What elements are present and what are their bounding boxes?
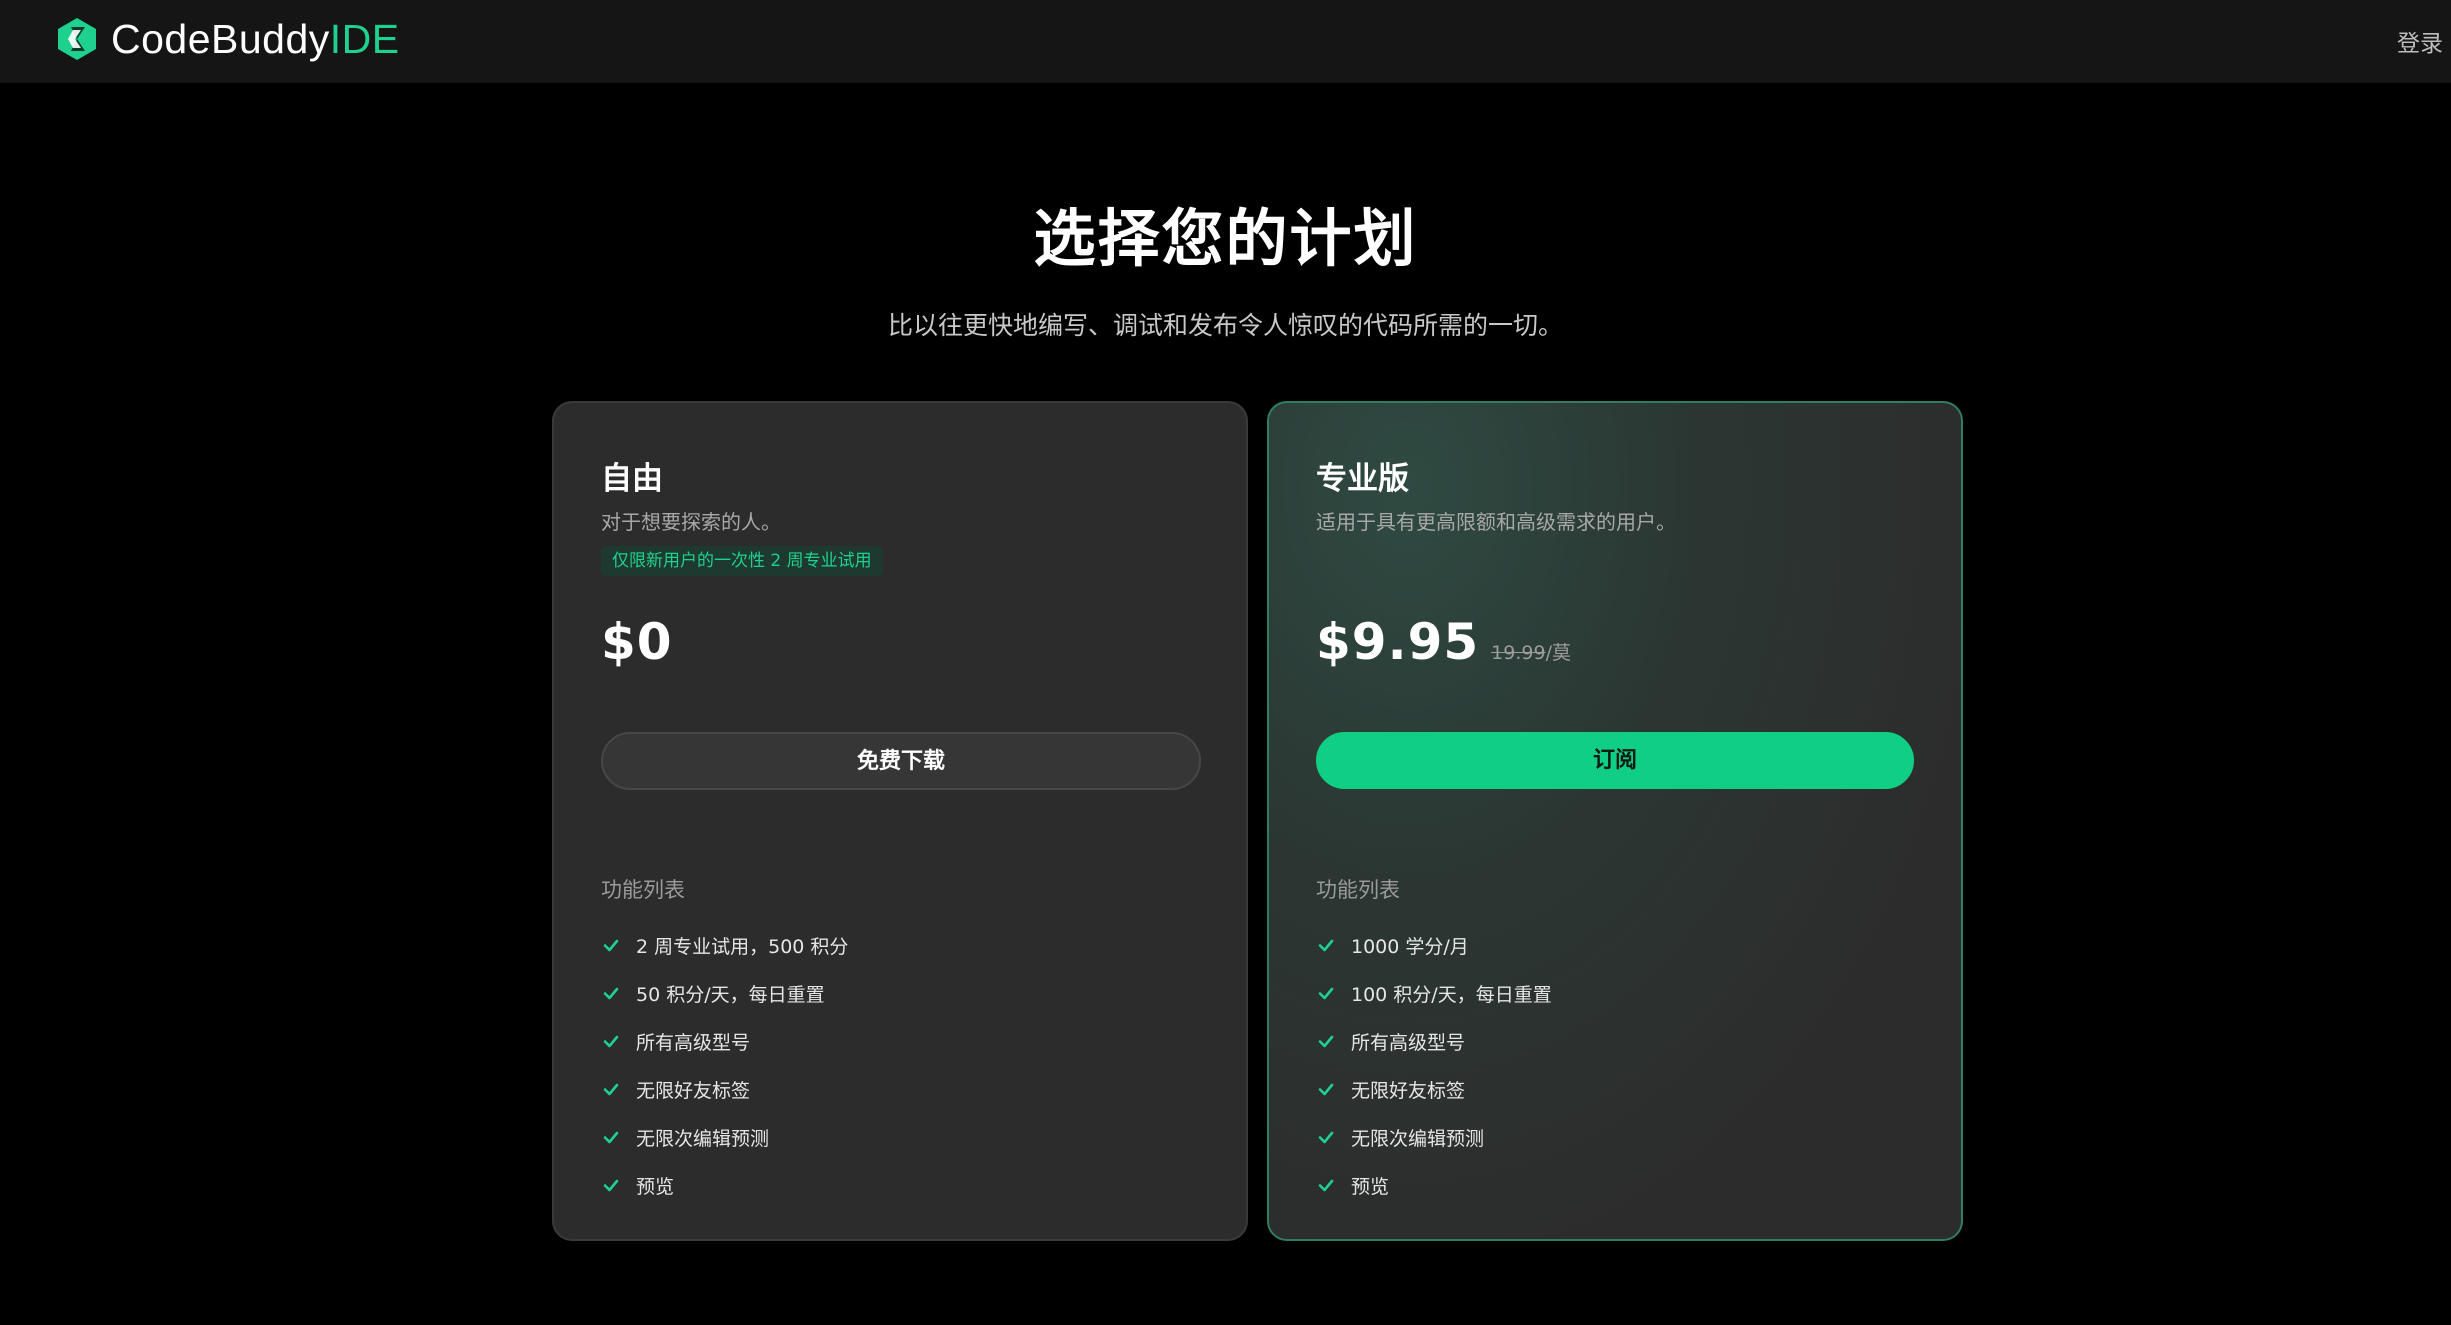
list-item: 所有高级型号 (601, 1017, 848, 1065)
check-icon (1318, 1131, 1334, 1144)
original-price: 19.99/莫 (1491, 638, 1571, 665)
check-icon (603, 1035, 619, 1048)
feature-text: 无限次编辑预测 (1351, 1127, 1485, 1150)
price-row: $0 (601, 613, 673, 671)
list-item: 无限次编辑预测 (1316, 1113, 1552, 1161)
plan-name: 专业版 (1316, 461, 1409, 497)
feature-text: 所有高级型号 (1351, 1031, 1466, 1054)
features-title: 功能列表 (1316, 878, 1400, 902)
check-icon (603, 1179, 619, 1192)
check-icon (1318, 939, 1334, 952)
check-icon (1318, 1179, 1334, 1192)
check-icon (603, 1131, 619, 1144)
check-icon (603, 939, 619, 952)
list-item: 预览 (1316, 1161, 1552, 1209)
logo-wordmark: CodeBuddyIDE (111, 16, 400, 63)
feature-text: 无限好友标签 (636, 1079, 751, 1102)
page-subtitle: 比以往更快地编写、调试和发布令人惊叹的代码所需的一切。 (887, 311, 1563, 340)
login-link[interactable]: 登录 (2397, 24, 2443, 58)
list-item: 100 积分/天，每日重置 (1316, 969, 1552, 1017)
price-row: $9.95 19.99/莫 (1316, 613, 1571, 671)
plan-description: 对于想要探索的人。 (601, 510, 781, 534)
feature-text: 无限好友标签 (1351, 1079, 1466, 1102)
feature-text: 2 周专业试用，500 积分 (636, 935, 849, 958)
app-logo[interactable]: CodeBuddyIDE (55, 14, 400, 64)
price-period: /莫 (1545, 642, 1571, 664)
strikethrough-price: 19.99 (1491, 642, 1546, 664)
feature-text: 1000 学分/月 (1351, 935, 1469, 958)
check-icon (603, 987, 619, 1000)
plan-name: 自由 (601, 461, 663, 497)
feature-list: 2 周专业试用，500 积分 50 积分/天，每日重置 所有高级型号 无限好友标… (601, 921, 848, 1209)
features-title: 功能列表 (601, 878, 685, 902)
feature-text: 预览 (636, 1175, 675, 1198)
plan-price: $9.95 (1316, 613, 1480, 671)
subscribe-button[interactable]: 订阅 (1316, 732, 1914, 789)
codebuddy-logo-icon (58, 18, 96, 60)
logo-suffix: IDE (329, 15, 400, 62)
logo-text: CodeBuddy (111, 15, 330, 62)
feature-text: 100 积分/天，每日重置 (1351, 983, 1552, 1006)
list-item: 无限好友标签 (601, 1065, 848, 1113)
check-icon (1318, 987, 1334, 1000)
free-download-button[interactable]: 免费下载 (601, 732, 1201, 790)
page-title: 选择您的计划 (1033, 202, 1418, 275)
list-item: 无限次编辑预测 (601, 1113, 848, 1161)
plan-card-pro: 专业版 适用于具有更高限额和高级需求的用户。 $9.95 19.99/莫 订阅 … (1267, 401, 1963, 1241)
plan-card-free: 自由 对于想要探索的人。 仅限新用户的一次性 2 周专业试用 $0 免费下载 功… (552, 401, 1248, 1241)
top-navigation-bar: CodeBuddyIDE 登录 (0, 0, 2451, 83)
list-item: 所有高级型号 (1316, 1017, 1552, 1065)
check-icon (1318, 1083, 1334, 1096)
list-item: 50 积分/天，每日重置 (601, 969, 848, 1017)
list-item: 2 周专业试用，500 积分 (601, 921, 848, 969)
list-item: 1000 学分/月 (1316, 921, 1552, 969)
plan-description: 适用于具有更高限额和高级需求的用户。 (1316, 510, 1676, 534)
feature-text: 无限次编辑预测 (636, 1127, 770, 1150)
feature-text: 所有高级型号 (636, 1031, 751, 1054)
list-item: 预览 (601, 1161, 848, 1209)
feature-text: 50 积分/天，每日重置 (636, 983, 825, 1006)
check-icon (603, 1083, 619, 1096)
list-item: 无限好友标签 (1316, 1065, 1552, 1113)
feature-list: 1000 学分/月 100 积分/天，每日重置 所有高级型号 无限好友标签 无限… (1316, 921, 1552, 1209)
plan-price: $0 (601, 613, 673, 671)
check-icon (1318, 1035, 1334, 1048)
trial-badge: 仅限新用户的一次性 2 周专业试用 (601, 546, 883, 576)
feature-text: 预览 (1351, 1175, 1390, 1198)
